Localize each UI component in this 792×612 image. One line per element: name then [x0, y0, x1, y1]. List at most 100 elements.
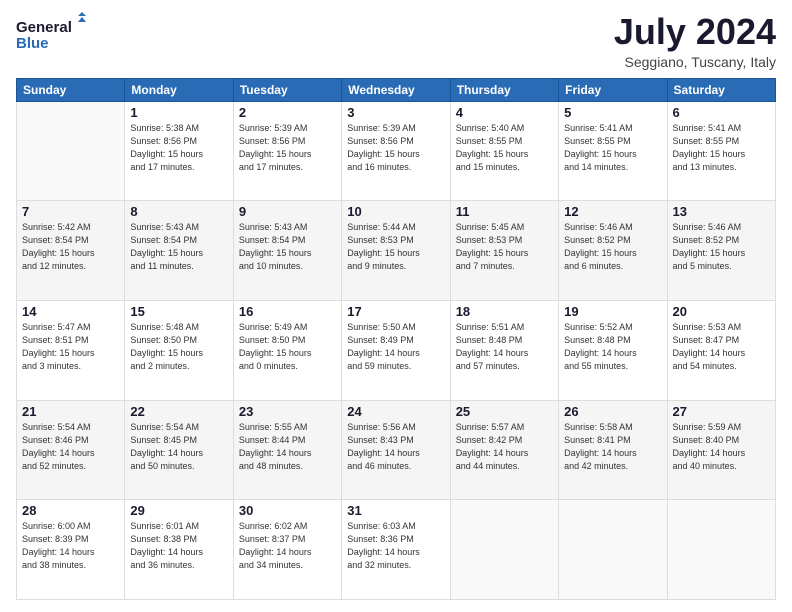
month-title: July 2024: [614, 12, 776, 52]
day-info: Sunrise: 5:56 AM Sunset: 8:43 PM Dayligh…: [347, 421, 444, 473]
calendar-cell: 5 Sunrise: 5:41 AM Sunset: 8:55 PM Daylig…: [559, 101, 667, 201]
day-number: 19: [564, 304, 661, 319]
day-number: 24: [347, 404, 444, 419]
day-number: 14: [22, 304, 119, 319]
day-number: 17: [347, 304, 444, 319]
day-info: Sunrise: 5:46 AM Sunset: 8:52 PM Dayligh…: [673, 221, 770, 273]
week-row-1: 1 Sunrise: 5:38 AM Sunset: 8:56 PM Daylig…: [17, 101, 776, 201]
day-number: 12: [564, 204, 661, 219]
day-info: Sunrise: 5:41 AM Sunset: 8:55 PM Dayligh…: [673, 122, 770, 174]
day-info: Sunrise: 5:49 AM Sunset: 8:50 PM Dayligh…: [239, 321, 336, 373]
weekday-tuesday: Tuesday: [233, 78, 341, 101]
calendar-cell: 24 Sunrise: 5:56 AM Sunset: 8:43 PM Dayli…: [342, 400, 450, 500]
calendar-cell: 12 Sunrise: 5:46 AM Sunset: 8:52 PM Dayli…: [559, 201, 667, 301]
day-info: Sunrise: 5:41 AM Sunset: 8:55 PM Dayligh…: [564, 122, 661, 174]
calendar-cell: [667, 500, 775, 600]
day-number: 27: [673, 404, 770, 419]
calendar-cell: 29Sunrise: 6:01 AM Sunset: 8:38 PM Dayli…: [125, 500, 233, 600]
day-number: 6: [673, 105, 770, 120]
week-row-2: 7 Sunrise: 5:42 AM Sunset: 8:54 PM Daylig…: [17, 201, 776, 301]
calendar-cell: 18 Sunrise: 5:51 AM Sunset: 8:48 PM Dayli…: [450, 300, 558, 400]
weekday-monday: Monday: [125, 78, 233, 101]
day-info: Sunrise: 5:43 AM Sunset: 8:54 PM Dayligh…: [130, 221, 227, 273]
day-info: Sunrise: 5:43 AM Sunset: 8:54 PM Dayligh…: [239, 221, 336, 273]
day-number: 28: [22, 503, 119, 518]
calendar-cell: 14Sunrise: 5:47 AM Sunset: 8:51 PM Dayli…: [17, 300, 125, 400]
calendar-cell: 17Sunrise: 5:50 AM Sunset: 8:49 PM Dayli…: [342, 300, 450, 400]
day-info: Sunrise: 5:52 AM Sunset: 8:48 PM Dayligh…: [564, 321, 661, 373]
weekday-friday: Friday: [559, 78, 667, 101]
day-number: 18: [456, 304, 553, 319]
calendar-cell: 15Sunrise: 5:48 AM Sunset: 8:50 PM Dayli…: [125, 300, 233, 400]
calendar-cell: 7 Sunrise: 5:42 AM Sunset: 8:54 PM Daylig…: [17, 201, 125, 301]
day-number: 16: [239, 304, 336, 319]
calendar-cell: 26Sunrise: 5:58 AM Sunset: 8:41 PM Dayli…: [559, 400, 667, 500]
page: General Blue July 2024 Seggiano, Tuscany…: [0, 0, 792, 612]
day-info: Sunrise: 5:48 AM Sunset: 8:50 PM Dayligh…: [130, 321, 227, 373]
day-info: Sunrise: 5:54 AM Sunset: 8:45 PM Dayligh…: [130, 421, 227, 473]
calendar-cell: 10Sunrise: 5:44 AM Sunset: 8:53 PM Dayli…: [342, 201, 450, 301]
location-subtitle: Seggiano, Tuscany, Italy: [614, 54, 776, 70]
calendar-cell: 2 Sunrise: 5:39 AM Sunset: 8:56 PM Daylig…: [233, 101, 341, 201]
day-info: Sunrise: 5:39 AM Sunset: 8:56 PM Dayligh…: [347, 122, 444, 174]
weekday-header-row: SundayMondayTuesdayWednesdayThursdayFrid…: [17, 78, 776, 101]
day-info: Sunrise: 5:51 AM Sunset: 8:48 PM Dayligh…: [456, 321, 553, 373]
calendar-cell: 6 Sunrise: 5:41 AM Sunset: 8:55 PM Daylig…: [667, 101, 775, 201]
title-block: July 2024 Seggiano, Tuscany, Italy: [614, 12, 776, 70]
weekday-wednesday: Wednesday: [342, 78, 450, 101]
day-number: 23: [239, 404, 336, 419]
day-number: 25: [456, 404, 553, 419]
calendar-cell: [450, 500, 558, 600]
day-number: 22: [130, 404, 227, 419]
day-number: 10: [347, 204, 444, 219]
day-info: Sunrise: 5:45 AM Sunset: 8:53 PM Dayligh…: [456, 221, 553, 273]
logo-svg: General Blue: [16, 12, 86, 56]
calendar-cell: 11 Sunrise: 5:45 AM Sunset: 8:53 PM Dayli…: [450, 201, 558, 301]
weekday-thursday: Thursday: [450, 78, 558, 101]
day-info: Sunrise: 5:55 AM Sunset: 8:44 PM Dayligh…: [239, 421, 336, 473]
day-number: 8: [130, 204, 227, 219]
day-info: Sunrise: 5:59 AM Sunset: 8:40 PM Dayligh…: [673, 421, 770, 473]
calendar-cell: [17, 101, 125, 201]
calendar-cell: 21Sunrise: 5:54 AM Sunset: 8:46 PM Dayli…: [17, 400, 125, 500]
day-info: Sunrise: 5:40 AM Sunset: 8:55 PM Dayligh…: [456, 122, 553, 174]
day-number: 1: [130, 105, 227, 120]
day-info: Sunrise: 5:39 AM Sunset: 8:56 PM Dayligh…: [239, 122, 336, 174]
calendar-cell: [559, 500, 667, 600]
calendar-cell: 20 Sunrise: 5:53 AM Sunset: 8:47 PM Dayli…: [667, 300, 775, 400]
day-number: 7: [22, 204, 119, 219]
calendar-table: SundayMondayTuesdayWednesdayThursdayFrid…: [16, 78, 776, 600]
week-row-4: 21Sunrise: 5:54 AM Sunset: 8:46 PM Dayli…: [17, 400, 776, 500]
calendar-cell: 4 Sunrise: 5:40 AM Sunset: 8:55 PM Daylig…: [450, 101, 558, 201]
day-info: Sunrise: 6:02 AM Sunset: 8:37 PM Dayligh…: [239, 520, 336, 572]
day-number: 2: [239, 105, 336, 120]
calendar-cell: 3 Sunrise: 5:39 AM Sunset: 8:56 PM Daylig…: [342, 101, 450, 201]
day-number: 11: [456, 204, 553, 219]
week-row-5: 28 Sunrise: 6:00 AM Sunset: 8:39 PM Dayli…: [17, 500, 776, 600]
weekday-saturday: Saturday: [667, 78, 775, 101]
day-info: Sunrise: 6:03 AM Sunset: 8:36 PM Dayligh…: [347, 520, 444, 572]
day-info: Sunrise: 6:00 AM Sunset: 8:39 PM Dayligh…: [22, 520, 119, 572]
day-info: Sunrise: 5:42 AM Sunset: 8:54 PM Dayligh…: [22, 221, 119, 273]
calendar-cell: 28 Sunrise: 6:00 AM Sunset: 8:39 PM Dayli…: [17, 500, 125, 600]
calendar-cell: 19 Sunrise: 5:52 AM Sunset: 8:48 PM Dayli…: [559, 300, 667, 400]
day-number: 4: [456, 105, 553, 120]
day-number: 13: [673, 204, 770, 219]
day-number: 31: [347, 503, 444, 518]
weekday-sunday: Sunday: [17, 78, 125, 101]
calendar-cell: 23 Sunrise: 5:55 AM Sunset: 8:44 PM Dayli…: [233, 400, 341, 500]
day-number: 20: [673, 304, 770, 319]
calendar-cell: 9Sunrise: 5:43 AM Sunset: 8:54 PM Daylig…: [233, 201, 341, 301]
logo: General Blue: [16, 12, 86, 56]
day-info: Sunrise: 5:38 AM Sunset: 8:56 PM Dayligh…: [130, 122, 227, 174]
day-number: 26: [564, 404, 661, 419]
day-number: 5: [564, 105, 661, 120]
day-info: Sunrise: 5:57 AM Sunset: 8:42 PM Dayligh…: [456, 421, 553, 473]
calendar-cell: 16 Sunrise: 5:49 AM Sunset: 8:50 PM Dayli…: [233, 300, 341, 400]
calendar-cell: 22 Sunrise: 5:54 AM Sunset: 8:45 PM Dayli…: [125, 400, 233, 500]
day-info: Sunrise: 5:53 AM Sunset: 8:47 PM Dayligh…: [673, 321, 770, 373]
day-info: Sunrise: 6:01 AM Sunset: 8:38 PM Dayligh…: [130, 520, 227, 572]
day-info: Sunrise: 5:46 AM Sunset: 8:52 PM Dayligh…: [564, 221, 661, 273]
day-number: 3: [347, 105, 444, 120]
svg-text:Blue: Blue: [16, 35, 49, 52]
